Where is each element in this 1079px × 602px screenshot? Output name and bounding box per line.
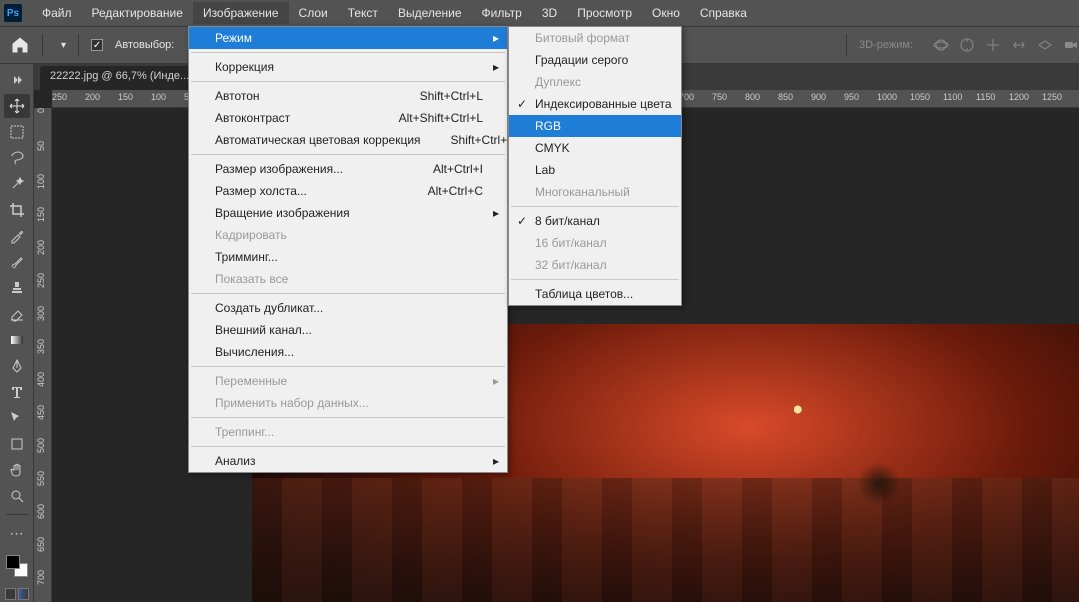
chevron-right-icon: ▸ <box>493 374 499 388</box>
image-menu-dropdown: Режим▸ Коррекция▸ АвтотонShift+Ctrl+L Ав… <box>188 26 508 473</box>
mode-32bit: 32 бит/канал <box>509 254 681 276</box>
mode-duotone: Дуплекс <box>509 71 681 93</box>
brush-tool[interactable] <box>4 250 30 274</box>
menu-reveal: Показать все <box>189 268 507 290</box>
menu-trap: Треппинг... <box>189 421 507 443</box>
mode-cmyk[interactable]: CMYK <box>509 137 681 159</box>
menu-autotone[interactable]: АвтотонShift+Ctrl+L <box>189 85 507 107</box>
separator <box>6 514 28 515</box>
mode-8bit[interactable]: ✓8 бит/канал <box>509 210 681 232</box>
mode-rgb[interactable]: RGB <box>509 115 681 137</box>
crop-tool[interactable] <box>4 198 30 222</box>
move-tool-icon[interactable]: ▾ <box>55 40 66 51</box>
menu-bar: Ps ФайлРедактированиеИзображениеСлоиТекс… <box>0 0 1079 26</box>
marquee-tool[interactable] <box>4 120 30 144</box>
shape-tool[interactable] <box>4 432 30 456</box>
menu-image-size[interactable]: Размер изображения...Alt+Ctrl+I <box>189 158 507 180</box>
menu-variables: Переменные▸ <box>189 370 507 392</box>
roll-icon[interactable] <box>959 37 975 53</box>
orbit-icon[interactable] <box>933 37 949 53</box>
document-tab-title: 22222.jpg @ 66,7% (Инде... <box>50 70 189 82</box>
tool-panel: ⋯ <box>0 64 34 602</box>
menu-окно[interactable]: Окно <box>642 2 690 24</box>
3d-mode-icons <box>933 37 1079 53</box>
menu-изображение[interactable]: Изображение <box>193 2 289 24</box>
eraser-tool[interactable] <box>4 302 30 326</box>
menu-текст[interactable]: Текст <box>338 2 388 24</box>
auto-select-label: Автовыбор: <box>115 39 174 51</box>
wand-tool[interactable] <box>4 172 30 196</box>
expand-icon[interactable] <box>4 68 30 92</box>
mode-indexed[interactable]: ✓Индексированные цвета <box>509 93 681 115</box>
menu-autocolor[interactable]: Автоматическая цветовая коррекцияShift+C… <box>189 129 507 151</box>
zoom-icon[interactable] <box>1037 37 1053 53</box>
slide-icon[interactable] <box>1011 37 1027 53</box>
type-tool[interactable] <box>4 380 30 404</box>
chevron-right-icon: ▸ <box>493 60 499 74</box>
menu-crop: Кадрировать <box>189 224 507 246</box>
mode-submenu-dropdown: Битовый формат Градации серого Дуплекс ✓… <box>508 26 682 306</box>
menu-справка[interactable]: Справка <box>690 2 757 24</box>
color-swatches[interactable] <box>4 553 30 579</box>
menu-выделение[interactable]: Выделение <box>388 2 472 24</box>
chevron-right-icon: ▸ <box>493 206 499 220</box>
home-icon[interactable] <box>10 35 30 55</box>
mode-multichannel: Многоканальный <box>509 181 681 203</box>
menu-analysis[interactable]: Анализ▸ <box>189 450 507 472</box>
menu-calculations[interactable]: Вычисления... <box>189 341 507 363</box>
menu-слои[interactable]: Слои <box>289 2 338 24</box>
separator <box>42 34 43 56</box>
hand-tool[interactable] <box>4 458 30 482</box>
menu-correction[interactable]: Коррекция▸ <box>189 56 507 78</box>
camera-icon[interactable] <box>1063 37 1079 53</box>
menu-rotate[interactable]: Вращение изображения▸ <box>189 202 507 224</box>
stamp-tool[interactable] <box>4 276 30 300</box>
move-tool[interactable] <box>4 94 30 118</box>
separator <box>846 34 847 56</box>
chevron-right-icon: ▸ <box>493 31 499 45</box>
lasso-tool[interactable] <box>4 146 30 170</box>
chevron-right-icon: ▸ <box>493 454 499 468</box>
menu-duplicate[interactable]: Создать дубликат... <box>189 297 507 319</box>
pen-tool[interactable] <box>4 354 30 378</box>
menu-apply-dataset: Применить набор данных... <box>189 392 507 414</box>
menu-canvas-size[interactable]: Размер холста...Alt+Ctrl+C <box>189 180 507 202</box>
path-tool[interactable] <box>4 406 30 430</box>
zoom-tool[interactable] <box>4 484 30 508</box>
check-icon: ✓ <box>517 214 527 228</box>
separator <box>78 34 79 56</box>
menu-просмотр[interactable]: Просмотр <box>567 2 642 24</box>
mode-color-table[interactable]: Таблица цветов... <box>509 283 681 305</box>
mode-bitmap: Битовый формат <box>509 27 681 49</box>
quick-mask-icon[interactable] <box>4 587 30 601</box>
edit-toolbar-icon[interactable]: ⋯ <box>4 521 30 545</box>
mode-16bit: 16 бит/канал <box>509 232 681 254</box>
menu-фильтр[interactable]: Фильтр <box>472 2 532 24</box>
mode-grayscale[interactable]: Градации серого <box>509 49 681 71</box>
menu-редактирование[interactable]: Редактирование <box>82 2 193 24</box>
eyedropper-tool[interactable] <box>4 224 30 248</box>
app-icon: Ps <box>4 4 22 22</box>
gradient-tool[interactable] <box>4 328 30 352</box>
menu-autocontrast[interactable]: АвтоконтрастAlt+Shift+Ctrl+L <box>189 107 507 129</box>
vertical-ruler[interactable]: 0501001502002503003504004505005506006507… <box>34 108 52 602</box>
menu-файл[interactable]: Файл <box>32 2 82 24</box>
mode-lab[interactable]: Lab <box>509 159 681 181</box>
check-icon: ✓ <box>517 97 527 111</box>
pan-icon[interactable] <box>985 37 1001 53</box>
menu-3d[interactable]: 3D <box>532 2 567 24</box>
menu-trim[interactable]: Тримминг... <box>189 246 507 268</box>
menu-apply-image[interactable]: Внешний канал... <box>189 319 507 341</box>
auto-select-checkbox[interactable] <box>91 39 103 51</box>
3d-mode-label: 3D-режим: <box>859 39 913 51</box>
menu-mode[interactable]: Режим▸ <box>189 27 507 49</box>
